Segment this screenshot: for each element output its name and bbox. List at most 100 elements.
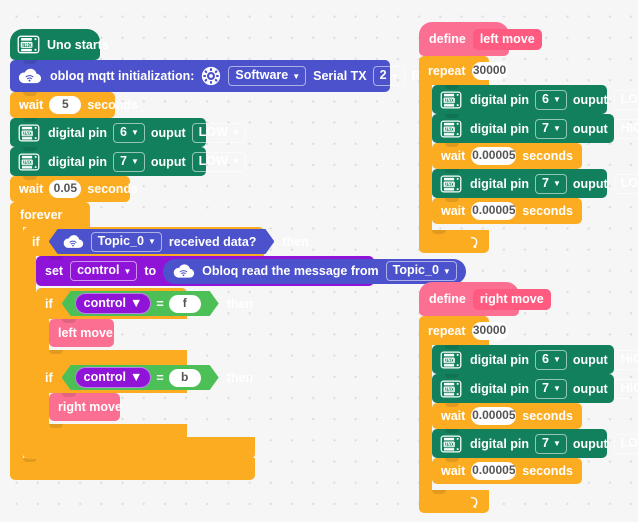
serial-tx-label: Serial TX: [313, 69, 367, 83]
wait-prefix: wait: [441, 149, 465, 163]
dropdown-pin-state[interactable]: LOW▼: [614, 174, 638, 194]
repeat-count-input[interactable]: 30000: [472, 62, 508, 80]
dropdown-pin-state[interactable]: LOW▼: [192, 152, 246, 172]
dropdown-pin-number[interactable]: 6▼: [535, 90, 567, 110]
dropdown-tx-pin[interactable]: 2▼: [373, 66, 405, 86]
dropdown-pin-number[interactable]: 6▼: [535, 350, 567, 370]
function-name-pill-left-move[interactable]: left move: [473, 29, 542, 50]
block-digital-pin-6-low[interactable]: digital pin 6▼ ouput LOW▼: [10, 118, 206, 147]
variable-control-reporter[interactable]: control▼: [75, 367, 152, 388]
if-received-header[interactable]: if Topic_0▼ received data? then: [23, 227, 264, 256]
repeat-right-header[interactable]: repeat 30000: [419, 316, 489, 345]
wait-seconds-input[interactable]: 0.00005: [471, 407, 516, 425]
repeat-label: repeat: [428, 324, 466, 338]
dropdown-variable-control[interactable]: control▼: [70, 261, 137, 281]
block-set-control[interactable]: set control▼ to Obloq read the message f…: [36, 256, 374, 286]
forever-header[interactable]: forever: [10, 202, 90, 227]
output-label: ouput: [151, 126, 186, 140]
wait-seconds-input[interactable]: 0.00005: [471, 202, 516, 220]
forever-footer[interactable]: [10, 458, 255, 480]
if-label: if: [45, 297, 53, 311]
block-wait-0-00005-seconds[interactable]: wait 0.00005 seconds: [432, 403, 582, 429]
define-label: define: [429, 32, 466, 46]
block-digital-pin-6-high[interactable]: digital pin 6▼ ouput HIGH▼: [432, 345, 614, 374]
dropdown-pin-number[interactable]: 7▼: [535, 434, 567, 454]
read-message-label: Obloq read the message from: [202, 264, 378, 278]
dropdown-pin-state[interactable]: LOW▼: [614, 90, 638, 110]
repeat-left-footer[interactable]: [419, 230, 489, 253]
dropdown-pin-state[interactable]: HIGH▼: [614, 119, 638, 139]
dropdown-topic[interactable]: Topic_0▼: [386, 261, 457, 281]
block-call-left-move[interactable]: left move: [49, 319, 114, 347]
uno-board-icon: [439, 90, 462, 109]
reporter-obloq-read-message[interactable]: Obloq read the message from Topic_0▼: [163, 259, 466, 284]
condition-control-equals-f[interactable]: control▼ = f: [62, 291, 219, 316]
hat-block-uno-starts[interactable]: Uno starts: [10, 29, 100, 60]
dropdown-pin-number[interactable]: 7▼: [113, 152, 145, 172]
dropdown-pin-number[interactable]: 7▼: [535, 174, 567, 194]
wait-seconds-input[interactable]: 0.05: [49, 180, 81, 198]
block-wait-0-00005-seconds[interactable]: wait 0.00005 seconds: [432, 198, 582, 224]
cloud-wifi-icon: [17, 67, 42, 85]
condition-control-equals-b[interactable]: control▼ = b: [62, 365, 219, 390]
compare-value-input[interactable]: b: [169, 369, 201, 387]
block-wait-0-05-seconds[interactable]: wait 0.05 seconds: [10, 176, 130, 202]
wait-prefix: wait: [441, 204, 465, 218]
set-label: set: [45, 264, 63, 278]
variable-control-reporter[interactable]: control▼: [75, 293, 152, 314]
output-label: ouput: [573, 353, 608, 367]
if-f-spine: [36, 319, 49, 350]
block-digital-pin-6-low[interactable]: digital pin 6▼ ouput LOW▼: [432, 85, 607, 114]
if-b-footer[interactable]: [36, 424, 187, 446]
dropdown-pin-state[interactable]: LOW▼: [192, 123, 246, 143]
wait-suffix: seconds: [522, 149, 573, 163]
block-wait-5-seconds[interactable]: wait 5 seconds: [10, 92, 115, 118]
gear-icon[interactable]: [201, 66, 221, 86]
output-label: ouput: [573, 382, 608, 396]
dropdown-pin-state[interactable]: LOW▼: [614, 434, 638, 454]
dropdown-topic[interactable]: Topic_0▼: [91, 232, 162, 252]
block-digital-pin-7-high[interactable]: digital pin 7▼ ouput HIGH▼: [432, 114, 614, 143]
mqtt-init-label: obloq mqtt initialization:: [50, 69, 194, 83]
hat-block-define-left-move[interactable]: define left move: [419, 22, 509, 56]
block-workspace[interactable]: Uno starts obloq mqtt initialization: So…: [0, 0, 638, 522]
repeat-count-input[interactable]: 30000: [472, 322, 508, 340]
block-digital-pin-7-low[interactable]: digital pin 7▼ ouput LOW▼: [432, 429, 607, 458]
block-digital-pin-7-low[interactable]: digital pin 7▼ ouput LOW▼: [10, 147, 206, 176]
wait-seconds-input[interactable]: 0.00005: [471, 462, 516, 480]
received-data-label: received data?: [169, 235, 257, 249]
wait-seconds-input[interactable]: 0.00005: [471, 147, 516, 165]
dropdown-pin-state[interactable]: HIGH▼: [614, 350, 638, 370]
dropdown-port-type[interactable]: Software▼: [228, 66, 306, 86]
dropdown-pin-number[interactable]: 6▼: [113, 123, 145, 143]
dropdown-pin-number[interactable]: 7▼: [535, 119, 567, 139]
condition-topic-received-data[interactable]: Topic_0▼ received data?: [49, 229, 275, 254]
repeat-left-header[interactable]: repeat 30000: [419, 56, 489, 85]
repeat-right-footer[interactable]: [419, 490, 489, 513]
wait-prefix: wait: [19, 182, 43, 196]
dropdown-pin-number[interactable]: 7▼: [535, 379, 567, 399]
compare-value-input[interactable]: f: [169, 295, 201, 313]
block-digital-pin-7-low[interactable]: digital pin 7▼ ouput LOW▼: [432, 169, 607, 198]
if-f-header[interactable]: if control▼ = f then: [36, 288, 187, 319]
block-digital-pin-7-high[interactable]: digital pin 7▼ ouput HIGH▼: [432, 374, 614, 403]
then-label: then: [282, 235, 308, 249]
digital-pin-label: digital pin: [470, 437, 529, 451]
digital-pin-label: digital pin: [48, 155, 107, 169]
cloud-wifi-icon: [172, 263, 195, 280]
block-wait-0-00005-seconds[interactable]: wait 0.00005 seconds: [432, 458, 582, 484]
to-label: to: [144, 264, 156, 278]
loop-arrow-icon: [467, 495, 480, 509]
wait-seconds-input[interactable]: 5: [49, 96, 81, 114]
if-b-header[interactable]: if control▼ = b then: [36, 362, 187, 393]
cloud-wifi-icon: [62, 234, 84, 250]
digital-pin-label: digital pin: [470, 177, 529, 191]
dropdown-pin-state[interactable]: HIGH▼: [614, 379, 638, 399]
hat-block-define-right-move[interactable]: define right move: [419, 282, 519, 316]
block-wait-0-00005-seconds[interactable]: wait 0.00005 seconds: [432, 143, 582, 169]
repeat-label: repeat: [428, 64, 466, 78]
block-call-right-move[interactable]: right move: [49, 393, 120, 421]
function-name-pill-right-move[interactable]: right move: [473, 289, 551, 310]
digital-pin-label: digital pin: [470, 382, 529, 396]
block-obloq-mqtt-init[interactable]: obloq mqtt initialization: Software▼ Ser…: [10, 60, 390, 92]
